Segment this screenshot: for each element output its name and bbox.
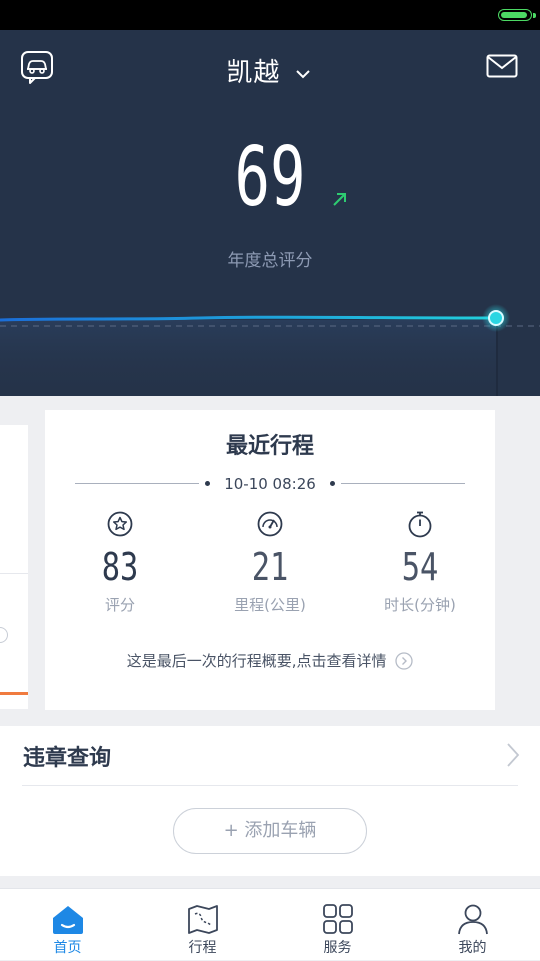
- stat-duration: 54 时长(分钟): [345, 510, 495, 615]
- stat-distance: 21 里程(公里): [195, 510, 345, 615]
- annual-score: 69: [234, 130, 306, 225]
- trip-datetime: 10-10 08:26: [224, 475, 316, 493]
- tab-me[interactable]: 我的: [405, 889, 540, 961]
- stat-score: 83 评分: [45, 510, 195, 615]
- mail-icon[interactable]: [486, 54, 518, 78]
- trend-up-icon: [333, 193, 346, 206]
- home-icon: [52, 906, 83, 934]
- tab-me-label: 我的: [458, 940, 487, 956]
- stat-score-label: 评分: [104, 596, 135, 614]
- stat-score-value: 83: [101, 545, 139, 589]
- car-selector[interactable]: 凯越: [0, 52, 540, 89]
- star-badge-icon: [107, 511, 133, 537]
- battery-icon: [498, 9, 536, 21]
- bottom-tab-bar: 首页 行程 服务 我的: [0, 888, 540, 960]
- add-vehicle-button[interactable]: + 添加车辆: [173, 808, 367, 854]
- score-header: 凯越 69 年度总评分: [0, 30, 540, 396]
- person-icon: [457, 904, 488, 935]
- stat-distance-label: 里程(公里): [234, 596, 306, 614]
- tab-services-label: 服务: [323, 940, 352, 956]
- chevron-right-icon[interactable]: [506, 742, 520, 768]
- tab-home[interactable]: 首页: [0, 889, 135, 961]
- tab-services[interactable]: 服务: [270, 889, 405, 961]
- stat-duration-label: 时长(分钟): [384, 596, 456, 614]
- trip-date-row: 10-10 08:26: [75, 474, 465, 494]
- tab-home-label: 首页: [53, 940, 82, 956]
- chevron-right-icon: [0, 627, 8, 643]
- previous-card-peek[interactable]: [0, 425, 28, 709]
- recent-trip-card[interactable]: 最近行程 10-10 08:26 83 评分 21 里程(公里) 54 时长(分…: [45, 410, 495, 710]
- tab-trips-label: 行程: [188, 940, 217, 956]
- violation-section: 违章查询 + 添加车辆: [0, 726, 540, 876]
- trip-summary-note: 这是最后一次的行程概要,点击查看详情: [126, 652, 387, 670]
- recent-trip-title: 最近行程: [225, 434, 314, 459]
- trip-details-link[interactable]: 这是最后一次的行程概要,点击查看详情: [45, 650, 495, 671]
- status-bar: [0, 0, 540, 30]
- stat-duration-value: 54: [401, 545, 439, 589]
- tab-trips[interactable]: 行程: [135, 889, 270, 961]
- score-trend-line: [0, 304, 540, 396]
- map-route-icon: [187, 905, 218, 934]
- stat-distance-value: 21: [251, 545, 289, 589]
- chevron-down-icon: [295, 69, 310, 78]
- chevron-right-circle-icon: [395, 652, 413, 670]
- car-name: 凯越: [226, 58, 281, 88]
- grid-icon: [322, 904, 353, 934]
- stopwatch-icon: [408, 511, 432, 538]
- speedometer-icon: [257, 511, 283, 537]
- score-label: 年度总评分: [227, 251, 313, 271]
- violation-title[interactable]: 违章查询: [23, 740, 111, 772]
